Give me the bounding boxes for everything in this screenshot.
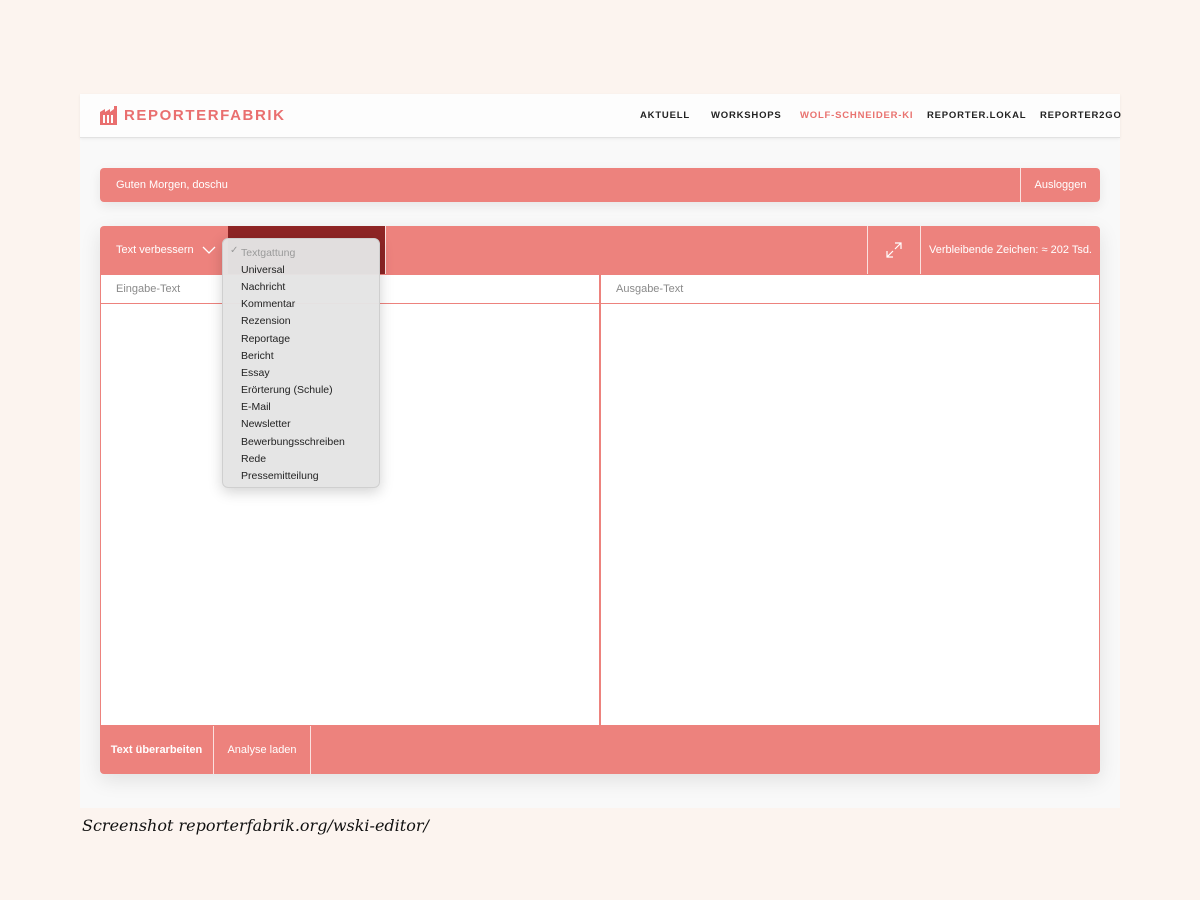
- genre-dropdown-menu: ✓ Textgattung Universal Nachricht Kommen…: [222, 238, 380, 488]
- checkmark-icon: ✓: [230, 245, 239, 256]
- mode-select[interactable]: Text verbessern: [100, 226, 228, 274]
- dropdown-option[interactable]: Newsletter: [223, 416, 379, 433]
- toolbar-divider: [385, 226, 386, 274]
- top-navigation: REPORTERFABRIK AKTUELL WORKSHOPS WOLF-SC…: [80, 94, 1122, 138]
- dropdown-option[interactable]: Kommentar: [223, 296, 379, 313]
- revise-text-button[interactable]: Text überarbeiten: [100, 726, 214, 774]
- dropdown-option[interactable]: Essay: [223, 364, 379, 381]
- chevron-down-icon: [202, 246, 216, 254]
- nav-link-reporter2go[interactable]: REPORTER2GO: [1040, 110, 1122, 121]
- expand-button[interactable]: [867, 226, 921, 274]
- output-pane-header: Ausgabe-Text: [601, 275, 1099, 304]
- dropdown-option[interactable]: Reportage: [223, 330, 379, 347]
- dropdown-option[interactable]: E-Mail: [223, 399, 379, 416]
- logo-text: REPORTERFABRIK: [124, 106, 286, 124]
- dropdown-option[interactable]: Rede: [223, 450, 379, 467]
- dropdown-option[interactable]: Universal: [223, 261, 379, 278]
- dropdown-option[interactable]: Bericht: [223, 347, 379, 364]
- logo[interactable]: REPORTERFABRIK: [99, 104, 286, 126]
- remaining-characters: Verbleibende Zeichen: ≈ 202 Tsd.: [928, 244, 1092, 256]
- dropdown-option[interactable]: Bewerbungsschreiben: [223, 433, 379, 450]
- expand-icon: [886, 242, 902, 258]
- editor-bottom-bar: Text überarbeiten Analyse laden: [100, 726, 1100, 774]
- output-pane: Ausgabe-Text: [600, 274, 1100, 726]
- screenshot-caption: Screenshot reporterfabrik.org/wski-edito…: [82, 816, 429, 835]
- dropdown-option[interactable]: Pressemitteilung: [223, 467, 379, 484]
- dropdown-placeholder: ✓ Textgattung: [230, 245, 296, 259]
- nav-link-wolf-schneider-ki[interactable]: WOLF-SCHNEIDER-KI: [800, 110, 913, 121]
- dropdown-option[interactable]: Nachricht: [223, 278, 379, 295]
- factory-logo-icon: [100, 106, 117, 125]
- mode-select-label: Text verbessern: [116, 244, 194, 256]
- dropdown-option[interactable]: Erörterung (Schule): [223, 382, 379, 399]
- dropdown-option[interactable]: Rezension: [223, 313, 379, 330]
- nav-link-reporter-lokal[interactable]: REPORTER.LOKAL: [927, 110, 1026, 121]
- output-text-area[interactable]: [601, 304, 1099, 724]
- load-analysis-button[interactable]: Analyse laden: [214, 726, 311, 774]
- nav-link-workshops[interactable]: WORKSHOPS: [711, 110, 782, 121]
- greeting-bar: Guten Morgen, doschu Ausloggen: [100, 168, 1100, 202]
- logout-button[interactable]: Ausloggen: [1020, 168, 1100, 202]
- nav-link-aktuell[interactable]: AKTUELL: [640, 110, 690, 121]
- greeting-text: Guten Morgen, doschu: [116, 179, 228, 191]
